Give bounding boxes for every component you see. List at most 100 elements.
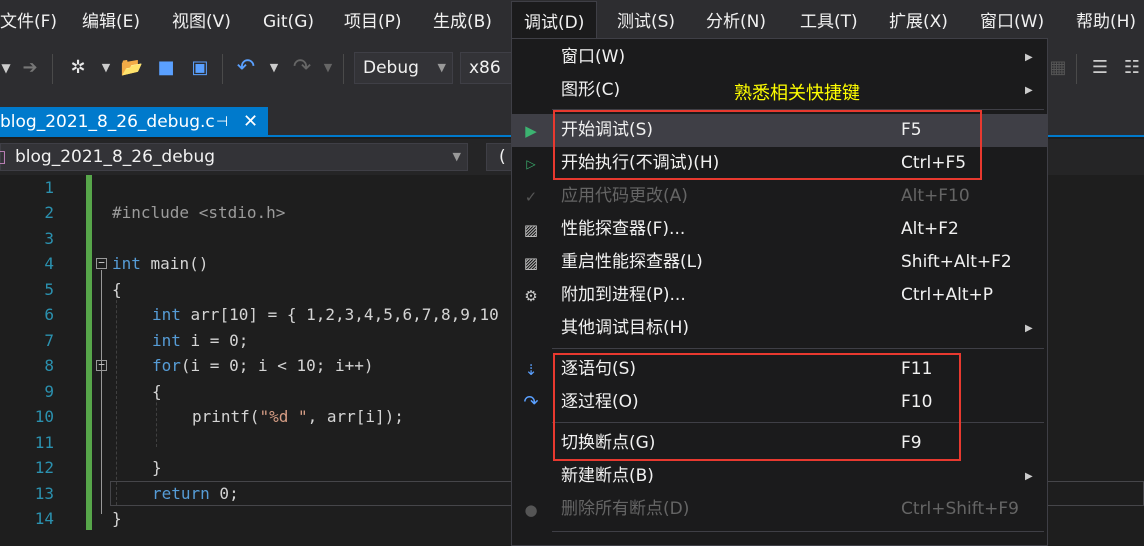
keyword: int: [152, 305, 181, 324]
menu-item-attach-to-process[interactable]: ⚙ 附加到进程(P)... Ctrl+Alt+P: [512, 279, 1047, 312]
menu-item-label: 新建断点(B): [561, 466, 654, 486]
menu-file[interactable]: 文件(F): [0, 0, 57, 44]
line-number: 3: [44, 229, 54, 248]
uncomment-lines-icon[interactable]: ☷: [1118, 54, 1144, 82]
indent-guide: [116, 285, 117, 505]
step-over-icon: ↷: [523, 392, 539, 413]
menu-item-label: 应用代码更改(A): [561, 186, 688, 206]
keyword: int: [112, 254, 141, 273]
code-line: }: [112, 509, 122, 528]
play-icon: ▶: [525, 122, 537, 140]
change-tracking-bar: [86, 175, 92, 530]
document-tab[interactable]: blog_2021_8_26_debug.c ⊣ ✕: [0, 107, 268, 137]
play-outline-icon: ▷: [526, 157, 536, 171]
menu-item-label: 附加到进程(P)...: [561, 285, 686, 305]
profiler-icon: ▨: [523, 221, 539, 239]
line-number: 8: [44, 356, 54, 375]
redo-icon[interactable]: ↷: [288, 54, 316, 82]
menu-project[interactable]: 项目(P): [344, 0, 402, 44]
menu-git[interactable]: Git(G): [263, 0, 314, 44]
menu-item-shortcut: Ctrl+Alt+P: [901, 285, 994, 305]
menu-build[interactable]: 生成(B): [433, 0, 492, 44]
line-number: 4: [44, 254, 54, 273]
toolbar-separator: [1076, 54, 1077, 84]
code-line: {: [112, 280, 122, 299]
menu-edit[interactable]: 编辑(E): [82, 0, 140, 44]
menu-item-windows[interactable]: 窗口(W) ▶: [512, 41, 1047, 74]
pin-icon[interactable]: ⊣: [216, 107, 228, 137]
redo-dropdown-icon[interactable]: ▼: [314, 54, 342, 82]
menu-item-performance-profiler[interactable]: ▨ 性能探查器(F)... Alt+F2: [512, 213, 1047, 246]
menu-separator: [552, 348, 1044, 349]
menu-item-shortcut: Alt+F2: [901, 219, 959, 239]
platform-value: x86: [469, 58, 501, 78]
navigate-forward-icon[interactable]: ➔: [16, 54, 44, 82]
line-number: 2: [44, 203, 54, 222]
menu-item-delete-all-breakpoints: ● 删除所有断点(D) Ctrl+Shift+F9: [512, 493, 1047, 526]
step-into-icon: ⇣: [524, 361, 538, 379]
menu-help[interactable]: 帮助(H): [1076, 0, 1136, 44]
menu-item-label: 窗口(W): [561, 47, 626, 67]
line-number: 10: [34, 407, 54, 426]
annotation-text: 熟悉相关快捷键: [734, 83, 860, 104]
menu-item-label: 性能探查器(F)...: [561, 219, 686, 239]
code-text: i = 0;: [180, 331, 249, 350]
line-number: 1: [44, 178, 54, 197]
menu-item-other-debug-targets[interactable]: 其他调试目标(H) ▶: [512, 312, 1047, 345]
keyword: for: [152, 356, 181, 375]
undo-icon[interactable]: ↶: [232, 54, 260, 82]
save-icon[interactable]: ■: [152, 54, 180, 82]
menu-item-new-breakpoint[interactable]: 新建断点(B) ▶: [512, 460, 1047, 493]
line-number: 7: [44, 331, 54, 350]
gear-icon: ⚙: [524, 287, 538, 305]
undo-dropdown-icon[interactable]: ▼: [260, 54, 288, 82]
menu-view[interactable]: 视图(V): [172, 0, 231, 44]
comment-lines-icon[interactable]: ☰: [1086, 54, 1114, 82]
line-number: 5: [44, 280, 54, 299]
menu-item-shortcut: Ctrl+Shift+F9: [901, 499, 1019, 519]
toolbar-icon[interactable]: ▦: [1044, 54, 1072, 82]
scope-select[interactable]: ▯ blog_2021_8_26_debug ▼: [0, 143, 468, 171]
code-line: {: [152, 382, 162, 401]
line-number: 9: [44, 382, 54, 401]
code-line: }: [152, 458, 162, 477]
save-all-icon[interactable]: ▣: [186, 54, 214, 82]
keyword: return: [152, 484, 210, 503]
new-project-icon[interactable]: ✲: [64, 54, 92, 82]
scope-value: blog_2021_8_26_debug: [15, 147, 216, 167]
menu-item-relaunch-profiler[interactable]: ▨ 重启性能探查器(L) Shift+Alt+F2: [512, 246, 1047, 279]
profiler-icon: ▨: [523, 254, 539, 272]
menu-item-shortcut: Alt+F10: [901, 186, 970, 206]
submenu-arrow-icon: ▶: [1025, 323, 1033, 334]
scope-icon: ▯: [0, 147, 7, 167]
menu-item-label: 图形(C): [561, 80, 621, 100]
new-dropdown-icon[interactable]: ▼: [92, 54, 120, 82]
code-line: int i = 0;: [152, 328, 248, 353]
code-line: #include <stdio.h>: [112, 203, 286, 222]
code-line: int arr[10] = { 1,2,3,4,5,6,7,8,9,10: [152, 302, 499, 327]
code-line: return 0;: [152, 481, 239, 506]
menu-item-label: 删除所有断点(D): [561, 499, 690, 519]
line-number: 14: [34, 509, 54, 528]
menu-item-label: 其他调试目标(H): [561, 318, 690, 338]
submenu-arrow-icon: ▶: [1025, 52, 1033, 63]
configuration-value: Debug: [363, 58, 419, 78]
configuration-select[interactable]: Debug ▼: [354, 52, 453, 84]
code-text: main(): [140, 254, 209, 273]
delete-breakpoints-icon: ●: [524, 501, 538, 519]
code-text: 0;: [209, 484, 239, 503]
code-text: arr[10] = { 1,2,3,4,5,6,7,8,9,10: [180, 305, 499, 324]
code-line: int main(): [112, 251, 208, 276]
collapse-icon[interactable]: −: [96, 257, 107, 269]
chevron-down-icon: ▼: [452, 150, 461, 163]
string-literal: "%d ": [259, 407, 308, 426]
close-icon[interactable]: ✕: [243, 107, 258, 137]
collapse-icon[interactable]: −: [96, 359, 107, 371]
open-folder-icon[interactable]: 📂: [118, 54, 146, 82]
fold-guide: [101, 270, 102, 514]
debug-menu-dropdown: 窗口(W) ▶ 图形(C) ▶ 熟悉相关快捷键 ▶ 开始调试(S) F5 ▷ 开…: [511, 38, 1048, 546]
apply-changes-icon: ✓: [524, 188, 538, 206]
code-text: (i = 0; i < 10; i++): [180, 356, 374, 375]
code-line: printf("%d ", arr[i]);: [192, 404, 404, 429]
submenu-arrow-icon: ▶: [1025, 85, 1033, 96]
